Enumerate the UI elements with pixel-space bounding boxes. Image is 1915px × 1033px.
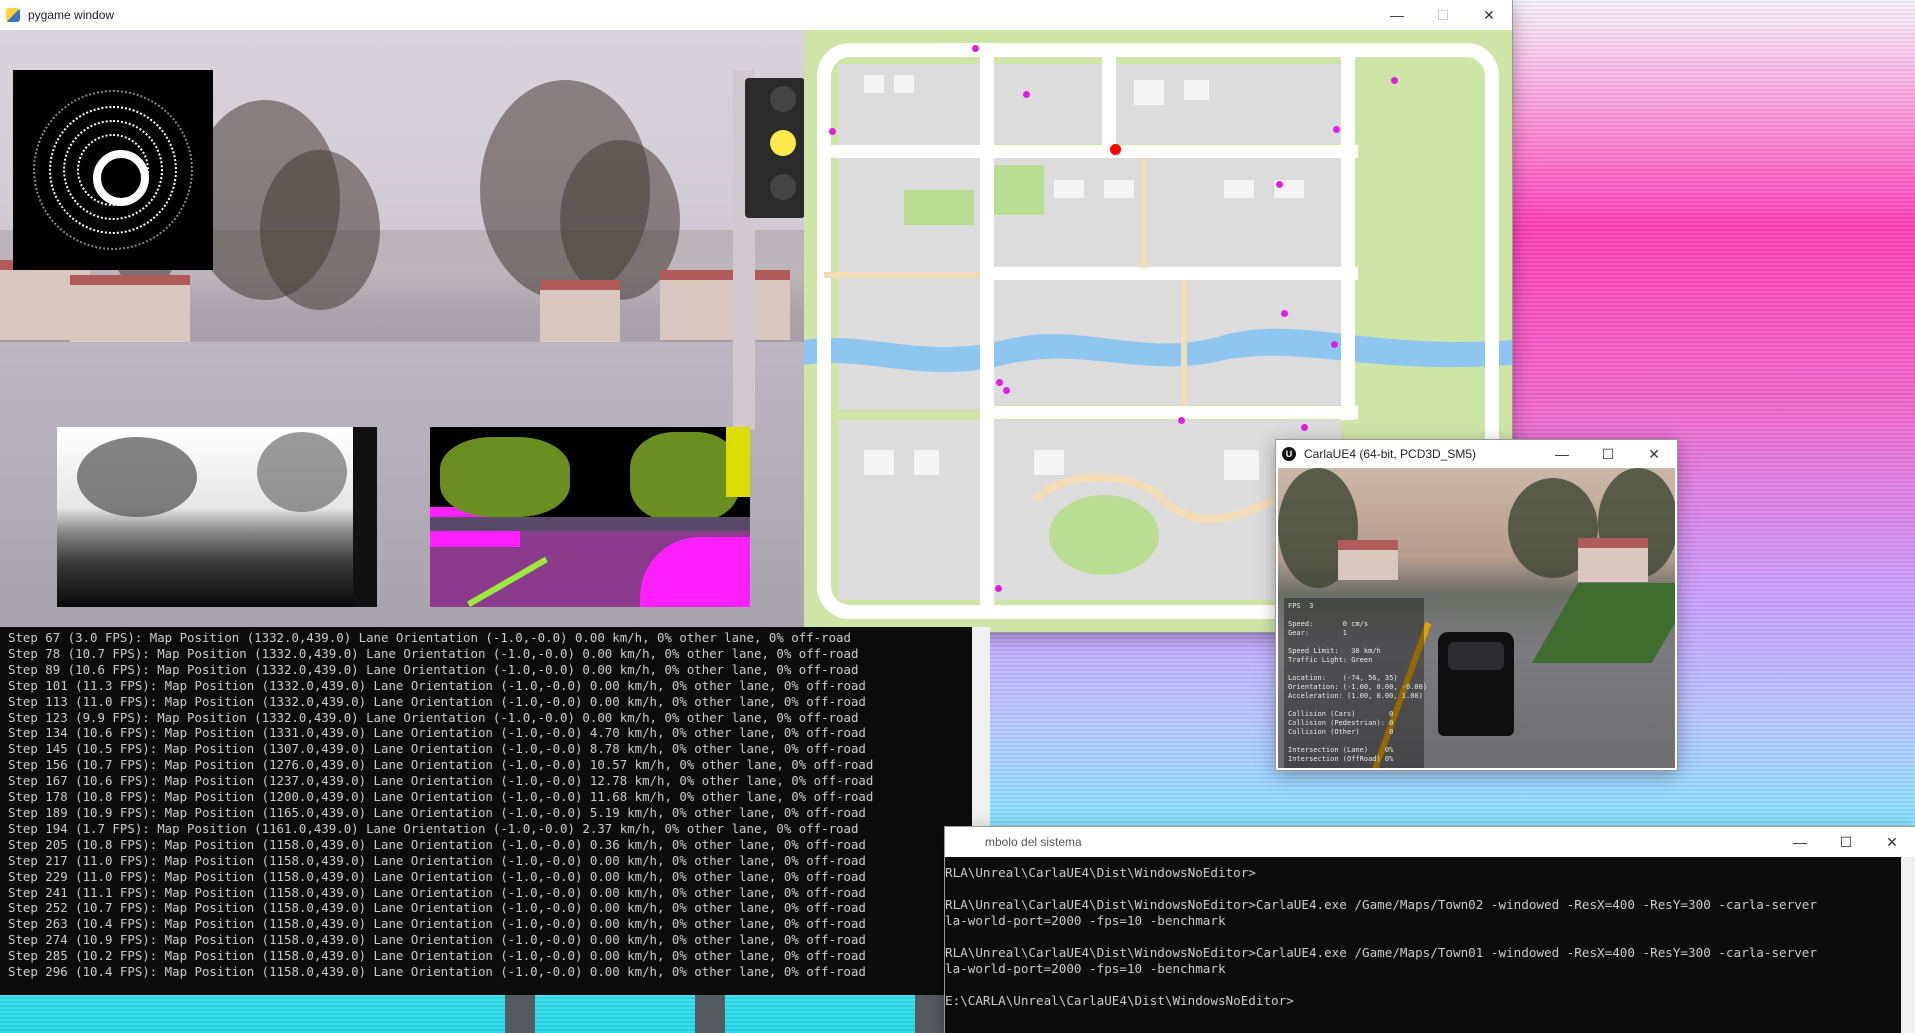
hud-line <box>1288 611 1420 620</box>
cmd-line: la-world-port=2000 -fps=10 -benchmark <box>945 913 1226 928</box>
maximize-button[interactable]: ☐ <box>1823 827 1869 857</box>
console-line: Step 217 (11.0 FPS): Map Position (1158.… <box>8 852 866 868</box>
console-line: Step 134 (10.6 FPS): Map Position (1331.… <box>8 725 866 741</box>
hud-line: Intersection (Lane) 0% <box>1288 746 1394 754</box>
console-line: Step 156 (10.7 FPS): Map Position (1276.… <box>8 757 874 773</box>
hud-line: Speed: 0 cm/s <box>1288 620 1369 628</box>
map-agent-marker <box>1276 181 1283 188</box>
desktop-post <box>915 995 945 1033</box>
console-line: Step 194 (1.7 FPS): Map Position (1161.0… <box>8 820 859 836</box>
rgb-camera-view <box>0 30 804 632</box>
map-agent-marker <box>1178 417 1185 424</box>
close-button[interactable]: ✕ <box>1631 440 1677 468</box>
cmd-scrollbar[interactable] <box>1901 857 1915 1033</box>
hud-line: Collision (Cars) 0 <box>1288 710 1394 718</box>
console-line: Step 241 (11.1 FPS): Map Position (1158.… <box>8 884 866 900</box>
hud-line: Location: (-74, 56, 35) <box>1288 674 1398 682</box>
console-line: Step 145 (10.5 FPS): Map Position (1307.… <box>8 741 866 757</box>
hud-line: Collision (Pedestrian): 0 <box>1288 719 1394 727</box>
console-line: Step 167 (10.6 FPS): Map Position (1237.… <box>8 773 874 789</box>
cmd-line: RLA\Unreal\CarlaUE4\Dist\WindowsNoEditor… <box>945 897 1817 912</box>
map-agent-marker <box>1391 77 1398 84</box>
hud-line <box>1288 638 1420 647</box>
close-button[interactable]: ✕ <box>1869 827 1915 857</box>
map-agent-marker <box>995 585 1002 592</box>
console-line: Step 178 (10.8 FPS): Map Position (1200.… <box>8 789 874 805</box>
console-line: Step 263 (10.4 FPS): Map Position (1158.… <box>8 916 866 932</box>
console-line: Step 205 (10.8 FPS): Map Position (1158.… <box>8 836 866 852</box>
hud-line: Traffic Light: Green <box>1288 656 1373 664</box>
maximize-button[interactable]: ☐ <box>1420 0 1466 30</box>
minimize-button[interactable]: — <box>1777 827 1823 857</box>
console-line: Step 113 (11.0 FPS): Map Position (1332.… <box>8 693 866 709</box>
console-line: Step 78 (10.7 FPS): Map Position (1332.0… <box>8 645 859 661</box>
minimize-button[interactable]: — <box>1374 0 1420 30</box>
console-log: Step 67 (3.0 FPS): Map Position (1332.0,… <box>8 630 968 995</box>
unreal-logo-icon: U <box>1282 447 1296 461</box>
cmd-window[interactable]: mbolo del sistema — ☐ ✕ RLA\Unreal\Carla… <box>945 827 1915 1033</box>
cmd-line: E:\CARLA\Unreal\CarlaUE4\Dist\WindowsNoE… <box>945 993 1294 1008</box>
hud-line: Acceleration: (1.00, 0.00, 1.00) <box>1288 692 1423 700</box>
cmd-output: RLA\Unreal\CarlaUE4\Dist\WindowsNoEditor… <box>945 857 1901 1033</box>
cmd-line: RLA\Unreal\CarlaUE4\Dist\WindowsNoEditor… <box>945 865 1256 880</box>
map-vehicle-marker <box>1110 144 1121 155</box>
python-client-console[interactable]: Step 67 (3.0 FPS): Map Position (1332.0,… <box>0 627 990 995</box>
carla-render-view: FPS 3 Speed: 0 cm/s Gear: 1 Speed Limit: … <box>1278 468 1675 768</box>
console-line: Step 123 (9.9 FPS): Map Position (1332.0… <box>8 709 859 725</box>
map-agent-marker <box>1023 91 1030 98</box>
cmd-line <box>945 881 1901 897</box>
ego-vehicle <box>1438 632 1514 736</box>
console-line: Step 296 (10.4 FPS): Map Position (1158.… <box>8 964 866 980</box>
console-line: Step 285 (10.2 FPS): Map Position (1158.… <box>8 948 866 964</box>
semantic-segmentation-view <box>430 427 750 607</box>
map-agent-marker <box>972 45 979 52</box>
cmd-titlebar[interactable]: mbolo del sistema — ☐ ✕ <box>945 827 1915 857</box>
cmd-line: la-world-port=2000 -fps=10 -benchmark <box>945 961 1226 976</box>
desktop-post <box>695 995 725 1033</box>
map-agent-marker <box>996 379 1003 386</box>
close-button[interactable]: ✕ <box>1466 0 1512 30</box>
map-agent-marker <box>1281 310 1288 317</box>
pygame-titlebar[interactable]: pygame window — ☐ ✕ <box>0 0 1512 30</box>
maximize-button[interactable]: ☐ <box>1585 440 1631 468</box>
hud-line: Speed Limit: 30 km/h <box>1288 647 1381 655</box>
map-agent-marker <box>1331 341 1338 348</box>
depth-camera-view <box>57 427 377 607</box>
hud-line <box>1288 665 1420 674</box>
console-line: Step 101 (11.3 FPS): Map Position (1332.… <box>8 677 866 693</box>
pygame-logo-icon <box>6 8 20 22</box>
desktop-post <box>505 995 535 1033</box>
hud-line: FPS 3 <box>1288 602 1314 610</box>
console-line: Step 229 (11.0 FPS): Map Position (1158.… <box>8 868 866 884</box>
window-title: pygame window <box>28 8 115 22</box>
hud-line <box>1288 737 1420 746</box>
carla-titlebar[interactable]: U CarlaUE4 (64-bit, PCD3D_SM5) — ☐ ✕ <box>1276 440 1677 468</box>
console-line: Step 189 (10.9 FPS): Map Position (1165.… <box>8 804 866 820</box>
map-agent-marker <box>829 128 836 135</box>
cmd-line <box>945 977 1901 993</box>
map-agent-marker <box>1333 126 1340 133</box>
cmd-line: RLA\Unreal\CarlaUE4\Dist\WindowsNoEditor… <box>945 945 1817 960</box>
lidar-view <box>13 70 213 270</box>
window-title: mbolo del sistema <box>985 835 1082 849</box>
map-agent-marker <box>1003 387 1010 394</box>
console-line: Step 67 (3.0 FPS): Map Position (1332.0,… <box>8 630 851 645</box>
hud-line <box>1288 701 1420 710</box>
console-line: Step 274 (10.9 FPS): Map Position (1158.… <box>8 932 866 948</box>
carla-hud: FPS 3 Speed: 0 cm/s Gear: 1 Speed Limit: … <box>1284 598 1428 768</box>
minimize-button[interactable]: — <box>1539 440 1585 468</box>
carla-server-window[interactable]: U CarlaUE4 (64-bit, PCD3D_SM5) — ☐ ✕ FPS… <box>1276 440 1677 770</box>
console-line: Step 252 (10.7 FPS): Map Position (1158.… <box>8 900 866 916</box>
map-agent-marker <box>1301 424 1308 431</box>
hud-line: Orientation: (-1.00, 0.00, -0.00) <box>1288 683 1428 691</box>
hud-line: Gear: 1 <box>1288 629 1348 637</box>
cmd-line <box>945 929 1901 945</box>
hud-line: Intersection (OffRoad) 0% <box>1288 755 1394 763</box>
window-title: CarlaUE4 (64-bit, PCD3D_SM5) <box>1304 447 1477 461</box>
console-line: Step 89 (10.6 FPS): Map Position (1332.0… <box>8 661 859 677</box>
hud-line: Collision (Other) 0 <box>1288 728 1394 736</box>
